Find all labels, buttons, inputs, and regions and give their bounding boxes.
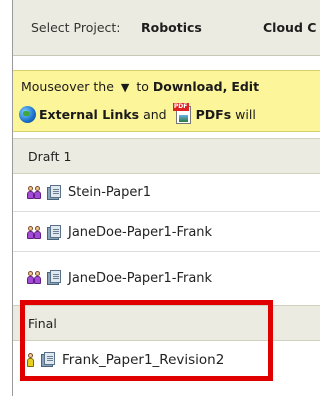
list-item[interactable]: JaneDoe-Paper1-Frank <box>13 259 320 297</box>
user-icon <box>27 352 35 368</box>
help-notice: Mouseover the ▼ to Download, Edit Extern… <box>13 70 320 132</box>
users-icon <box>27 270 41 286</box>
users-icon <box>27 185 41 201</box>
document-icon <box>47 224 62 241</box>
notice-line-2: External Links and PDF PDFs will <box>19 103 256 125</box>
document-icon <box>47 184 62 201</box>
project-link-cloud[interactable]: Cloud C <box>263 20 316 35</box>
document-name[interactable]: JaneDoe-Paper1-Frank <box>68 271 212 286</box>
document-name[interactable]: JaneDoe-Paper1-Frank <box>68 225 212 240</box>
list-item[interactable]: Frank_Paper1_Revision2 <box>13 341 320 379</box>
project-panel: Select Project: Robotics Cloud C Mouseov… <box>12 0 320 396</box>
project-link-robotics[interactable]: Robotics <box>141 20 202 35</box>
list-item[interactable]: Stein-Paper1 <box>13 174 320 212</box>
document-icon <box>41 352 56 368</box>
document-name[interactable]: Stein-Paper1 <box>68 185 151 200</box>
pdf-icon: PDF <box>172 103 193 125</box>
project-selector-bar: Select Project: Robotics Cloud C <box>13 0 320 56</box>
document-icon <box>47 270 62 286</box>
section-header-final: Final <box>13 305 320 341</box>
dropdown-triangle-icon: ▼ <box>120 81 130 94</box>
document-name[interactable]: Frank_Paper1_Revision2 <box>62 352 224 368</box>
notice-line-1: Mouseover the ▼ to Download, Edit <box>21 79 260 94</box>
select-project-label: Select Project: <box>31 20 121 35</box>
globe-icon <box>19 105 36 123</box>
users-icon <box>27 225 41 241</box>
section-header-draft-1: Draft 1 <box>13 138 320 174</box>
list-item[interactable]: JaneDoe-Paper1-Frank <box>13 214 320 252</box>
